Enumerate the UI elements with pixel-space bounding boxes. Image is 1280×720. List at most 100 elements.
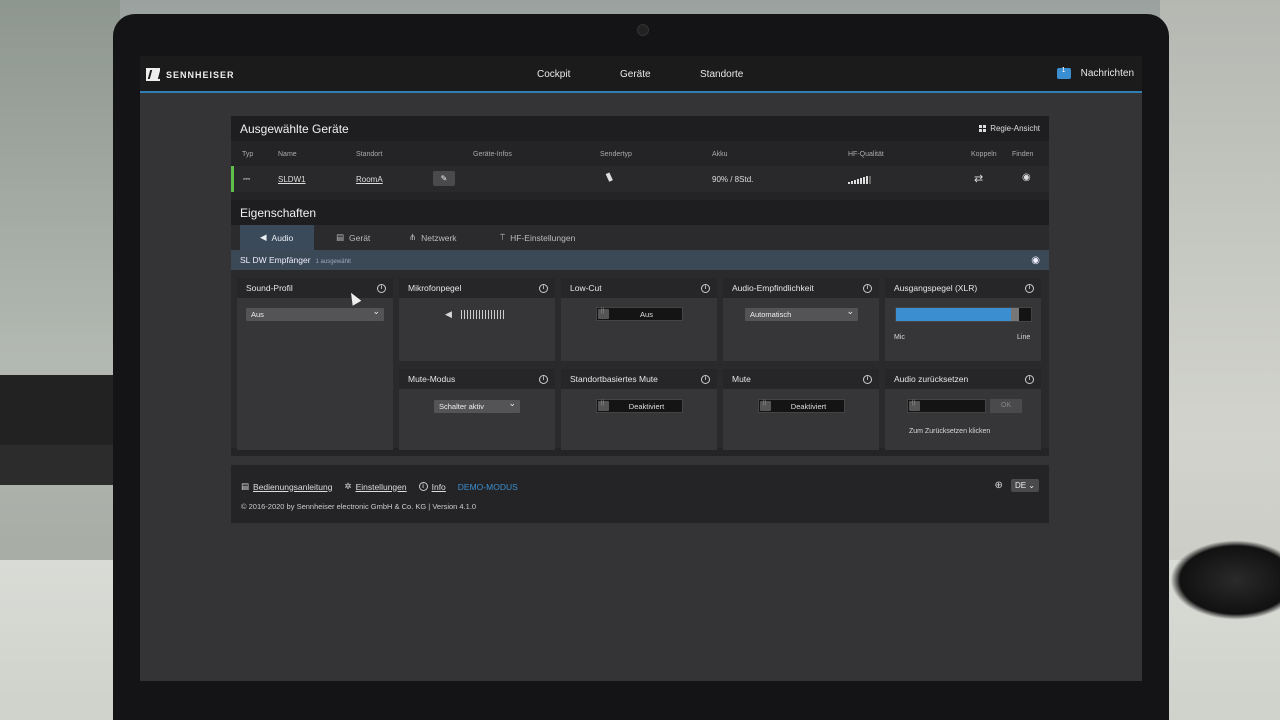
brand[interactable]: SENNHEISER [146,68,235,81]
card-title: Mikrofonpegel [408,283,462,293]
tab-netzwerk[interactable]: ⋔ Netzwerk [389,225,477,250]
properties-header: Eigenschaften [231,200,1049,225]
mic-level-meter[interactable] [461,310,504,319]
app-window: SENNHEISER Cockpit Geräte Standorte Nach… [140,56,1142,681]
properties-panel: Eigenschaften ◀ Audio ▤ Gerät ⋔ Netzwerk… [231,200,1049,456]
low-cut-toggle[interactable]: Aus [596,307,683,321]
card-mute: Mute i Deaktiviert [723,369,879,450]
language-value: DE [1014,481,1027,490]
background-object [0,445,118,485]
globe-icon: ⊕ [994,480,1003,491]
manual-link[interactable]: ▤ Bedienungsanleitung [241,481,332,492]
card-title: Audio-Empfindlichkeit [732,283,814,293]
col-transmitter: Sendertyp [600,151,632,158]
network-icon: ⋔ [409,232,417,242]
output-level-slider[interactable] [895,307,1032,322]
regie-view-button[interactable]: Regie-Ansicht [979,124,1040,133]
messages-label: Nachrichten [1080,68,1134,79]
messages-button[interactable]: Nachrichten [1056,67,1134,79]
card-title: Audio zurücksetzen [894,374,969,384]
tab-bar: ◀ Audio ▤ Gerät ⋔ Netzwerk ⍡ HF-Einstell… [231,225,1049,250]
reset-ok-button[interactable]: OK [990,399,1022,413]
pair-arrows-icon[interactable]: ⇄ [974,172,983,185]
card-title: Sound-Profil [246,283,293,293]
gear-icon: ✲ [344,481,352,491]
panel-header: Ausgewählte Geräte Regie-Ansicht [231,116,1049,141]
selected-devices-panel: Ausgewählte Geräte Regie-Ansicht Typ Nam… [231,116,1049,200]
device-location-link[interactable]: RoomA [356,175,383,184]
card-title: Standortbasiertes Mute [570,374,658,384]
card-audio-reset: Audio zurücksetzen i OK Zum Zurücksetzen … [885,369,1041,450]
eye-icon[interactable]: ◉ [1031,255,1040,266]
mute-toggle[interactable]: Deaktiviert [758,399,845,413]
handheld-mic-icon: ▮ [603,170,615,184]
col-pair: Koppeln [971,151,997,158]
receiver-icon: ⎓ [243,174,251,184]
col-rf-quality: HF-Qualität [848,151,884,158]
card-location-mute: Standortbasiertes Mute i Deaktiviert [561,369,717,450]
info-icon[interactable]: i [377,283,386,293]
card-title: Low-Cut [570,283,602,293]
table-header: Typ Name Standort Geräte-Infos Sendertyp… [231,141,1049,166]
info-icon: i [418,482,428,491]
device-name-link[interactable]: SLDW1 [278,175,306,184]
tab-netzwerk-label: Netzwerk [421,232,457,243]
tab-geraet[interactable]: ▤ Gerät [316,225,390,250]
info-icon[interactable]: i [701,374,710,384]
settings-link[interactable]: ✲ Einstellungen [344,481,406,492]
info-icon[interactable]: i [1025,283,1034,293]
card-sound-profile: Sound-Profil i Aus [237,278,393,450]
info-icon[interactable]: i [539,374,548,384]
slider-handle[interactable] [1010,308,1019,321]
nav-cockpit[interactable]: Cockpit [537,69,570,80]
mute-mode-select[interactable]: Schalter aktiv [434,398,520,413]
nav-geraete[interactable]: Geräte [620,69,651,80]
tab-hf-einstellungen[interactable]: ⍡ HF-Einstellungen [480,225,595,250]
toggle-label: Aus [640,310,653,319]
tab-audio[interactable]: ◀ Audio [240,225,314,250]
speaker-icon: ◀ [260,232,267,242]
info-icon[interactable]: i [1025,374,1034,384]
microphone-prop [1170,540,1280,620]
language-select[interactable]: DE ⌄ [1010,479,1039,492]
table-row[interactable]: ⎓ SLDW1 RoomA ✎ ▮ 90% / 8Std. ⇄ ◉ [231,166,1049,192]
nav-standorte[interactable]: Standorte [700,69,743,80]
card-audio-sensitivity: Audio-Empfindlichkeit i Automatisch [723,278,879,361]
footer-links: ▤ Bedienungsanleitung ✲ Einstellungen i … [241,481,518,492]
device-icon: ▤ [336,232,345,242]
output-level-fill [896,308,1011,321]
pencil-icon: ✎ [440,174,448,183]
sound-profile-select[interactable]: Aus [246,306,384,321]
settings-label: Einstellungen [355,481,407,492]
tab-geraet-label: Gerät [349,232,371,243]
audio-reset-toggle[interactable] [907,399,986,413]
col-find: Finden [1012,151,1034,158]
info-label: Info [431,481,446,492]
card-title: Mute-Modus [408,374,456,384]
info-icon[interactable]: i [701,283,710,293]
copyright: © 2016-2020 by Sennheiser electronic Gmb… [241,502,477,511]
card-title: Ausgangspegel (XLR) [894,283,978,293]
toggle-label: Deaktiviert [790,402,827,411]
audio-sensitivity-select[interactable]: Automatisch [745,306,858,321]
min-label: Mic [894,334,905,341]
info-icon[interactable]: i [539,283,548,293]
info-icon[interactable]: i [863,283,872,293]
card-title: Mute [732,374,751,384]
battery-value: 90% / 8Std. [712,175,754,184]
info-link[interactable]: i Info [418,481,446,492]
device-type-title: SL DW Empfänger [240,255,311,265]
footer: ▤ Bedienungsanleitung ✲ Einstellungen i … [231,465,1049,523]
demo-mode-badge: DEMO-MODUS [457,481,518,492]
location-mute-toggle[interactable]: Deaktiviert [596,399,683,413]
eye-icon[interactable]: ◉ [1022,172,1031,183]
regie-view-label: Regie-Ansicht [990,124,1040,133]
info-icon[interactable]: i [863,374,872,384]
webcam [637,24,649,36]
edit-button[interactable]: ✎ [433,171,455,186]
grid-icon [979,125,987,132]
card-mic-level: Mikrofonpegel i ◀ [399,278,555,361]
sennheiser-logo-icon [146,68,160,81]
card-mute-mode: Mute-Modus i Schalter aktiv [399,369,555,450]
toggle-label: Deaktiviert [628,402,665,411]
